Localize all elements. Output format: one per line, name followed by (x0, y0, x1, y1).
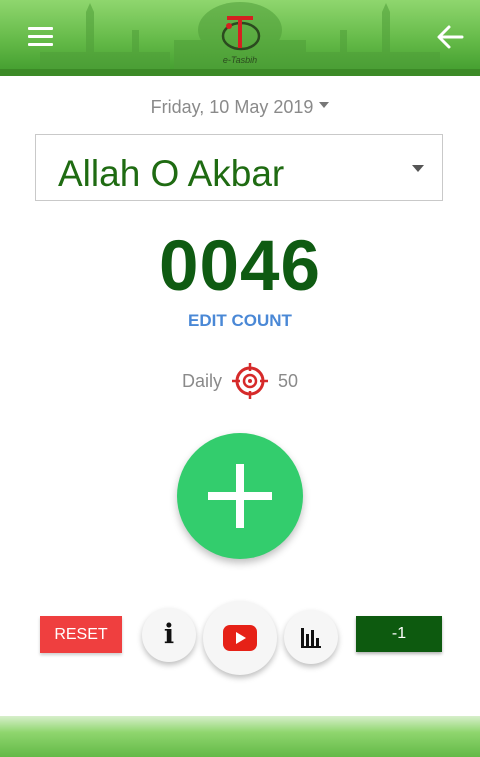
daily-target[interactable]: Daily 50 (0, 362, 480, 400)
youtube-icon (223, 625, 257, 651)
arrow-left-icon[interactable] (432, 20, 468, 54)
decrement-button[interactable]: -1 (356, 616, 442, 652)
daily-label: Daily (181, 370, 222, 391)
reset-button[interactable]: RESET (40, 616, 122, 653)
dhikr-selected-text: Allah O Akbar (58, 153, 285, 194)
daily-target-value: 50 (278, 370, 299, 391)
date-label: Friday, 10 May 2019 (150, 97, 314, 117)
logo-text: e-Tasbih (222, 55, 258, 65)
tasbih-counter: 0046 (159, 227, 321, 306)
target-icon (231, 363, 268, 399)
bar-chart-icon (301, 628, 321, 648)
chevron-down-icon (319, 102, 330, 109)
edit-count-link[interactable]: EDIT COUNT (0, 311, 480, 331)
dropdown-caret-icon (412, 165, 424, 172)
info-button[interactable]: i (142, 608, 196, 662)
increment-button[interactable] (177, 433, 303, 559)
hamburger-menu-icon[interactable] (26, 22, 58, 52)
date-selector[interactable]: Friday, 10 May 2019 (0, 97, 480, 118)
youtube-button[interactable] (203, 601, 277, 675)
app-footer-bar (0, 716, 480, 757)
logo-emblem-icon (221, 16, 261, 51)
statistics-button[interactable] (284, 610, 338, 664)
plus-icon-vertical (236, 464, 244, 528)
app-header: e-Tasbih (0, 0, 480, 76)
etasbih-logo: e-Tasbih (205, 8, 275, 72)
dhikr-dropdown[interactable]: Allah O Akbar (35, 134, 443, 201)
info-icon: i (163, 619, 175, 650)
